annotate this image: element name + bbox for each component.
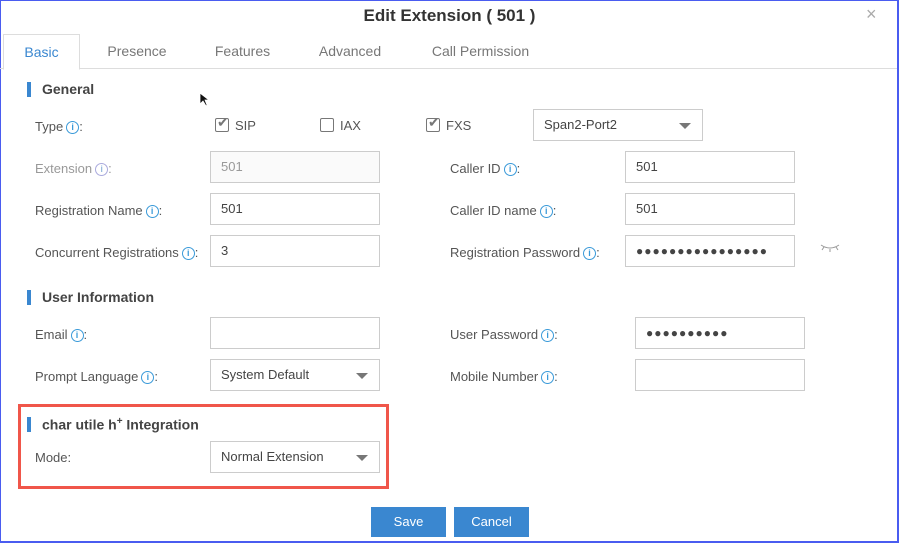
port-select[interactable]: Span2-Port2 (533, 109, 703, 141)
info-icon: i (145, 205, 159, 218)
mouse-cursor-icon (199, 92, 211, 107)
registration-name-label: Registration Name i: (35, 203, 163, 218)
concurrent-registrations-input[interactable]: 3 (210, 235, 380, 267)
info-icon: i (70, 329, 84, 342)
section-user-information: User Information (27, 289, 154, 305)
fxs-checkbox[interactable]: FXS (426, 114, 471, 133)
user-password-input[interactable]: ●●●●●●●●●● (635, 317, 805, 349)
mobile-number-input[interactable] (635, 359, 805, 391)
info-icon: i (539, 205, 553, 218)
concurrent-registrations-label: Concurrent Registrations i: (35, 245, 199, 260)
mobile-number-label: Mobile Number i: (450, 369, 558, 384)
dialog-title: Edit Extension ( 501 ) (363, 6, 536, 25)
info-icon: i (541, 329, 555, 342)
extension-input[interactable]: 501 (210, 151, 380, 183)
extension-label: Extension i: (35, 161, 112, 176)
cancel-button[interactable]: Cancel (454, 507, 529, 537)
prompt-language-select[interactable]: System Default (210, 359, 380, 391)
registration-name-input[interactable]: 501 (210, 193, 380, 225)
section-general: General (27, 81, 94, 97)
section-integration: char utile h+ Integration (27, 416, 199, 433)
caller-id-name-input[interactable]: 501 (625, 193, 795, 225)
email-input[interactable] (210, 317, 380, 349)
info-icon: i (541, 371, 555, 384)
registration-password-input[interactable]: ●●●●●●●●●●●●●●●● (625, 235, 795, 267)
caller-id-label: Caller ID i: (450, 161, 521, 176)
info-icon: i (503, 163, 517, 176)
user-password-label: User Password i: (450, 327, 558, 342)
caller-id-input[interactable]: 501 (625, 151, 795, 183)
prompt-language-label: Prompt Language i: (35, 369, 158, 384)
checkbox-icon (215, 114, 229, 132)
mode-label: Mode: (35, 450, 72, 465)
tab-call-permission[interactable]: Call Permission (418, 34, 543, 69)
sip-checkbox[interactable]: SIP (215, 114, 256, 133)
eye-closed-icon[interactable] (820, 243, 840, 253)
tab-presence[interactable]: Presence (92, 34, 182, 69)
info-icon: i (141, 371, 155, 384)
checkbox-icon (320, 118, 334, 132)
email-label: Email i: (35, 327, 88, 342)
tab-advanced[interactable]: Advanced (305, 34, 395, 69)
checkbox-icon (426, 114, 440, 132)
info-icon: i (66, 121, 80, 134)
iax-checkbox[interactable]: IAX (320, 118, 361, 133)
info-icon: i (95, 163, 109, 176)
info-icon: i (181, 247, 195, 260)
mode-select[interactable]: Normal Extension (210, 441, 380, 473)
tab-features[interactable]: Features (200, 34, 285, 69)
type-label: Type i: (35, 119, 83, 134)
tab-bar: Basic Presence Features Advanced Call Pe… (0, 34, 897, 70)
registration-password-label: Registration Password i: (450, 245, 600, 260)
save-button[interactable]: Save (371, 507, 446, 537)
info-icon: i (583, 247, 597, 260)
caller-id-name-label: Caller ID name i: (450, 203, 557, 218)
close-icon[interactable]: × (866, 4, 877, 25)
tab-basic[interactable]: Basic (3, 34, 80, 70)
